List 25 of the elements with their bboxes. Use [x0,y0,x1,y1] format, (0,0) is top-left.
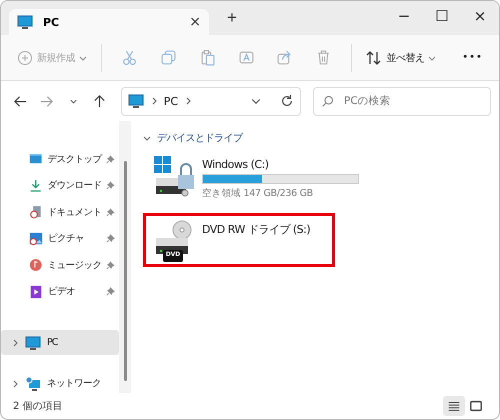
item-count: 2 個の項目 [13,400,63,413]
sidebar-item[interactable]: ドキュメント [1,199,119,226]
more-button[interactable]: ••• [458,42,487,74]
breadcrumb[interactable]: PC [164,94,178,108]
close-icon[interactable]: × [189,14,201,30]
free-space-text: 空き領域 147 GB/236 GB [202,187,314,200]
drive-name: DVD RW ドライブ (S:) [202,222,312,237]
drive-name: Windows (C:) [202,158,270,171]
tab[interactable]: PC × [9,9,209,35]
minimize-button[interactable]: − [385,1,423,31]
search-field[interactable]: PCの検索 [313,86,491,116]
new-tab-button[interactable]: + [223,8,241,28]
sidebar-item[interactable]: ネットワーク [1,371,119,396]
close-button[interactable]: × [461,1,499,31]
toolbar-menu-button[interactable]: 並べ替え [362,42,440,74]
group-header[interactable]: デバイスとドライブ [143,131,242,145]
sidebar-item[interactable]: ミュージック [1,252,119,278]
maximize-button[interactable]: ☐ [423,1,461,31]
sidebar-item[interactable]: ダウンロード [1,172,119,199]
sidebar-item[interactable]: ピクチャ [1,226,119,252]
sidebar-item[interactable]: デスクトップ [1,146,119,172]
address-bar[interactable]: PC [120,86,301,116]
sidebar-item[interactable]: PC [1,330,119,355]
sidebar-item[interactable]: ビデオ [1,278,119,305]
drive-item[interactable]: Windows (C:) 空き領域 147 GB/236 GB [143,149,383,207]
